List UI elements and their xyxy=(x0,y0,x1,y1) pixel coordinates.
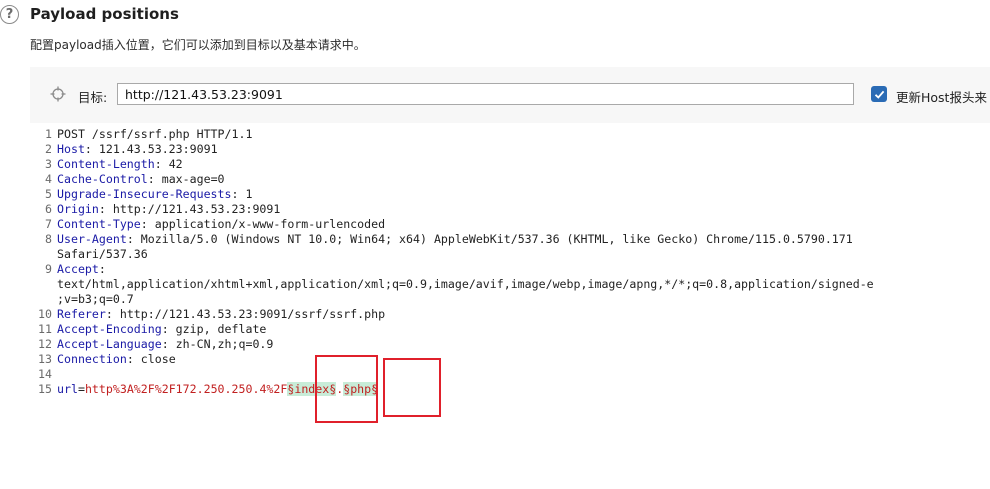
update-host-label: 更新Host报头来 xyxy=(896,90,987,105)
request-line: Safari/537.36 xyxy=(57,247,148,262)
line-number: 4 xyxy=(45,172,52,186)
request-line: Origin: http://121.43.53.23:9091 xyxy=(57,202,281,216)
header-name: User-Agent xyxy=(57,232,127,246)
line-text: Safari/537.36 xyxy=(57,247,148,261)
checkmark-icon xyxy=(874,90,884,99)
request-line: Upgrade-Insecure-Requests: 1 xyxy=(57,187,253,201)
header-name: Upgrade-Insecure-Requests xyxy=(57,187,232,201)
request-line: Connection: close xyxy=(57,352,176,366)
header-name: Referer xyxy=(57,307,106,321)
line-text: POST /ssrf/ssrf.php HTTP/1.1 xyxy=(57,127,253,141)
header-name: Accept-Encoding xyxy=(57,322,162,336)
line-number: 2 xyxy=(45,142,52,156)
line-text: ;v=b3;q=0.7 xyxy=(57,292,134,306)
request-line: Content-Length: 42 xyxy=(57,157,183,171)
header-name: Accept xyxy=(57,262,99,276)
header-value: http://121.43.53.23:9091/ssrf/ssrf.php xyxy=(112,307,386,321)
header-name: Cache-Control xyxy=(57,172,148,186)
line-number: 8 xyxy=(45,232,52,246)
header-name: Accept-Language xyxy=(57,337,162,351)
request-line: Accept-Encoding: gzip, deflate xyxy=(57,322,267,336)
question-mark-icon: ? xyxy=(5,7,14,22)
request-line: ;v=b3;q=0.7 xyxy=(57,292,134,307)
request-editor[interactable]: 1 POST /ssrf/ssrf.php HTTP/1.1 2 Host: 121.… xyxy=(30,123,990,489)
header-value: application/x-www-form-urlencoded xyxy=(147,217,386,231)
request-line: User-Agent: Mozilla/5.0 (Windows NT 10.0… xyxy=(57,232,853,246)
request-line: Host: 121.43.53.23:9091 xyxy=(57,142,218,156)
section-title: Payload positions xyxy=(30,5,179,23)
line-text: text/html,application/xhtml+xml,applicat… xyxy=(57,277,874,291)
header-value: gzip, deflate xyxy=(168,322,267,336)
request-line: Cache-Control: max-age=0 xyxy=(57,172,225,186)
target-label: 目标: xyxy=(78,90,108,105)
payload-positions-panel: 目标: 更新Host报头来 1 POST /ssrf/ssrf.php HTTP/… xyxy=(30,67,990,489)
target-bar: 目标: 更新Host报头来 xyxy=(30,67,990,121)
line-number: 14 xyxy=(38,367,52,381)
annotation-box-index xyxy=(315,355,378,423)
header-value: zh-CN,zh;q=0.9 xyxy=(168,337,274,351)
header-name: Origin xyxy=(57,202,99,216)
request-line: Content-Type: application/x-www-form-url… xyxy=(57,217,386,231)
line-number: 6 xyxy=(45,202,52,216)
annotation-box-php xyxy=(383,358,441,417)
request-line: Referer: http://121.43.53.23:9091/ssrf/s… xyxy=(57,307,386,321)
line-number: 3 xyxy=(45,157,52,171)
header-value: 1 xyxy=(238,187,253,201)
target-url-input[interactable] xyxy=(117,83,854,105)
crosshair-icon[interactable] xyxy=(50,86,66,102)
request-line: Accept-Language: zh-CN,zh;q=0.9 xyxy=(57,337,274,351)
header-value: max-age=0 xyxy=(154,172,225,186)
section-description: 配置payload插入位置，它们可以添加到目标以及基本请求中。 xyxy=(30,38,366,52)
header-value: close xyxy=(133,352,176,366)
header-value: 121.43.53.23:9091 xyxy=(91,142,218,156)
header-name: Content-Type xyxy=(57,217,141,231)
header-value: http://121.43.53.23:9091 xyxy=(105,202,281,216)
body-param-name: url xyxy=(57,382,78,396)
body-equals: = xyxy=(77,382,85,396)
line-number: 5 xyxy=(45,187,52,201)
request-line: POST /ssrf/ssrf.php HTTP/1.1 xyxy=(57,127,252,142)
request-line: text/html,application/xhtml+xml,applicat… xyxy=(57,277,874,292)
line-number: 1 xyxy=(45,127,52,141)
header-name: Connection xyxy=(57,352,127,366)
update-host-checkbox[interactable] xyxy=(871,86,887,102)
line-number: 9 xyxy=(45,262,52,276)
line-number: 10 xyxy=(38,307,52,321)
header-name: Content-Length xyxy=(57,157,155,171)
help-icon[interactable]: ? xyxy=(0,5,19,24)
header-name: Host xyxy=(57,142,85,156)
line-number: 11 xyxy=(38,322,52,336)
line-number: 12 xyxy=(38,337,52,351)
request-line: Accept: xyxy=(57,262,106,276)
header-value: 42 xyxy=(161,157,183,171)
body-param-value: http%3A%2F%2F172.250.250.4%2F xyxy=(84,382,288,396)
line-number: 13 xyxy=(38,352,52,366)
line-number: 7 xyxy=(45,217,52,231)
line-number: 15 xyxy=(38,382,52,396)
header-value: Mozilla/5.0 (Windows NT 10.0; Win64; x64… xyxy=(133,232,853,246)
